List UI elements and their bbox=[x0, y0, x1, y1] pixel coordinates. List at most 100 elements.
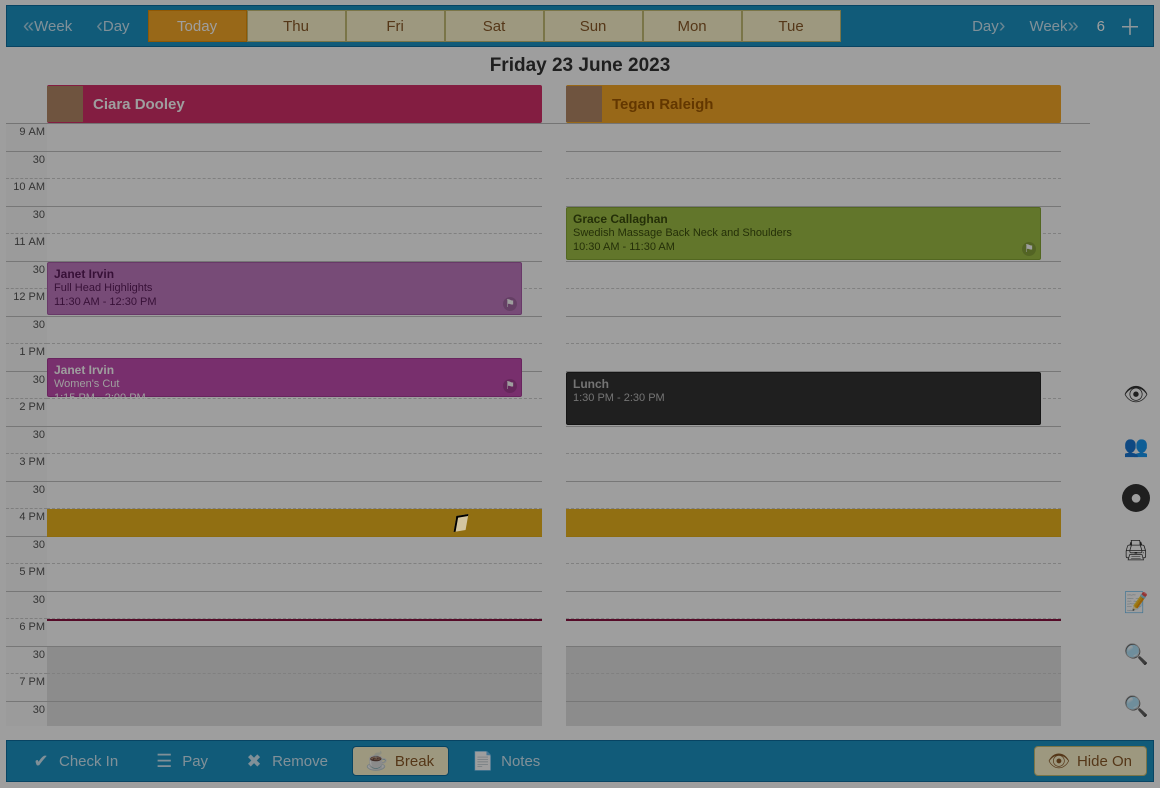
grid-cell[interactable] bbox=[47, 674, 542, 702]
grid-cell[interactable] bbox=[566, 179, 1061, 207]
time-slot: 30 bbox=[6, 482, 47, 510]
appointment[interactable]: Grace CallaghanSwedish Massage Back Neck… bbox=[566, 207, 1041, 260]
clock-icon[interactable]: ● bbox=[1122, 484, 1150, 512]
grid-cell[interactable] bbox=[566, 702, 1061, 727]
grid-cell[interactable] bbox=[566, 674, 1061, 702]
grid-cell[interactable] bbox=[47, 179, 542, 207]
grid-cell[interactable] bbox=[566, 564, 1061, 592]
grid-cell[interactable] bbox=[47, 482, 542, 510]
time-slot: 30 bbox=[6, 317, 47, 345]
avatar bbox=[566, 86, 602, 122]
next-day-label: Day bbox=[972, 18, 999, 35]
time-slot: 30 bbox=[6, 372, 47, 400]
grid-cell[interactable] bbox=[47, 234, 542, 262]
grid-cell[interactable] bbox=[566, 124, 1061, 152]
grid-cell[interactable] bbox=[566, 619, 1061, 647]
next-week-label: Week bbox=[1029, 18, 1067, 35]
staff-header-1[interactable]: Tegan Raleigh bbox=[566, 85, 1061, 123]
grid-cell[interactable] bbox=[47, 427, 542, 455]
time-slot: 30 bbox=[6, 262, 47, 290]
remove-label: Remove bbox=[272, 753, 328, 770]
notes-label: Notes bbox=[501, 753, 540, 770]
break-button[interactable]: ☕ Break bbox=[352, 746, 449, 776]
staff-header-0[interactable]: Ciara Dooley bbox=[47, 85, 542, 123]
grid-cell[interactable] bbox=[566, 537, 1061, 565]
grid-cell[interactable] bbox=[47, 124, 542, 152]
grid-cell[interactable] bbox=[566, 289, 1061, 317]
zoom-in-icon[interactable]: 🔍 bbox=[1122, 692, 1150, 720]
appointment-client: Lunch bbox=[573, 377, 1034, 391]
time-slot: 30 bbox=[6, 702, 47, 727]
grid-cell[interactable] bbox=[47, 647, 542, 675]
grid-cell[interactable] bbox=[47, 537, 542, 565]
grid-cell[interactable] bbox=[47, 619, 542, 647]
hide-label: Hide On bbox=[1077, 753, 1132, 770]
day-tab-sat[interactable]: Sat bbox=[445, 10, 544, 42]
grid-cell[interactable] bbox=[47, 592, 542, 620]
zoom-out-icon[interactable]: 🔍 bbox=[1122, 640, 1150, 668]
day-tab-mon[interactable]: Mon bbox=[643, 10, 742, 42]
time-slot: 2PM bbox=[6, 399, 47, 427]
time-slot: 4PM bbox=[6, 509, 47, 537]
grid-cell[interactable] bbox=[47, 564, 542, 592]
next-week-button[interactable]: Week » bbox=[1017, 6, 1090, 46]
grid-cell[interactable] bbox=[47, 207, 542, 235]
grid-cell[interactable] bbox=[566, 152, 1061, 180]
appointment[interactable]: Janet IrvinFull Head Highlights11:30 AM … bbox=[47, 262, 522, 315]
notes-button[interactable]: 📄 Notes bbox=[455, 741, 558, 781]
grid-cell[interactable] bbox=[566, 344, 1061, 372]
appointment[interactable]: Lunch1:30 PM - 2:30 PM bbox=[566, 372, 1041, 425]
grid-cell[interactable] bbox=[566, 427, 1061, 455]
appointment-service: Women's Cut bbox=[54, 377, 515, 391]
grid-cell[interactable] bbox=[566, 647, 1061, 675]
checkin-button[interactable]: ✔ Check In bbox=[13, 741, 136, 781]
grid-cell[interactable] bbox=[566, 262, 1061, 290]
remove-button[interactable]: ✖ Remove bbox=[226, 741, 346, 781]
day-tab-fri[interactable]: Fri bbox=[346, 10, 445, 42]
time-slot: 3PM bbox=[6, 454, 47, 482]
add-view-button[interactable]: ＋ bbox=[1111, 10, 1149, 42]
prev-day-button[interactable]: ‹ Day bbox=[84, 6, 141, 46]
grid-cell[interactable] bbox=[566, 317, 1061, 345]
break-label: Break bbox=[395, 753, 434, 770]
grid-cell[interactable] bbox=[47, 702, 542, 727]
date-title: Friday 23 June 2023 bbox=[0, 55, 1160, 77]
appointment-time: 1:15 PM - 2:00 PM bbox=[54, 391, 515, 405]
checkin-label: Check In bbox=[59, 753, 118, 770]
grid-cell[interactable] bbox=[566, 592, 1061, 620]
appointment[interactable]: Janet IrvinWomen's Cut1:15 PM - 2:00 PM⚑ bbox=[47, 358, 522, 397]
pay-button[interactable]: ☰ Pay bbox=[136, 741, 226, 781]
flag-icon: ⚑ bbox=[503, 379, 517, 393]
day-tab-thu[interactable]: Thu bbox=[247, 10, 346, 42]
prev-week-button[interactable]: « Week bbox=[11, 6, 84, 46]
highlight-band bbox=[47, 509, 542, 537]
grid-cell[interactable] bbox=[47, 317, 542, 345]
appointment-time: 11:30 AM - 12:30 PM bbox=[54, 295, 515, 309]
note-icon: 📄 bbox=[473, 751, 493, 771]
closing-divider bbox=[47, 619, 542, 621]
day-tab-tue[interactable]: Tue bbox=[742, 10, 841, 42]
grid-cell[interactable] bbox=[47, 454, 542, 482]
day-tab-sun[interactable]: Sun bbox=[544, 10, 643, 42]
time-slot: 9AM bbox=[6, 124, 47, 152]
waiting-icon[interactable]: 👥 bbox=[1122, 432, 1150, 460]
flag-icon: ⚑ bbox=[503, 297, 517, 311]
grid-cell[interactable] bbox=[47, 152, 542, 180]
hide-toggle-button[interactable]: 👁 Hide On bbox=[1034, 746, 1147, 776]
day-tab-today[interactable]: Today bbox=[148, 10, 247, 42]
visibility-icon[interactable]: 👁 bbox=[1122, 380, 1150, 408]
check-icon: ✔ bbox=[31, 751, 51, 771]
next-day-button[interactable]: Day › bbox=[960, 6, 1017, 46]
grid-cell[interactable] bbox=[566, 482, 1061, 510]
appointment-service: Full Head Highlights bbox=[54, 281, 515, 295]
grid-cell[interactable] bbox=[566, 454, 1061, 482]
highlight-band bbox=[566, 509, 1061, 537]
notes-icon[interactable]: 📝 bbox=[1122, 588, 1150, 616]
schedule-column-1[interactable]: Grace CallaghanSwedish Massage Back Neck… bbox=[566, 124, 1061, 726]
print-icon[interactable]: 🖨 bbox=[1122, 536, 1150, 564]
time-slot: 5PM bbox=[6, 564, 47, 592]
schedule-column-0[interactable]: Janet IrvinFull Head Highlights11:30 AM … bbox=[47, 124, 542, 726]
double-chevron-right-icon: » bbox=[1068, 15, 1077, 38]
staff-name: Ciara Dooley bbox=[83, 96, 185, 113]
time-slot: 11AM bbox=[6, 234, 47, 262]
